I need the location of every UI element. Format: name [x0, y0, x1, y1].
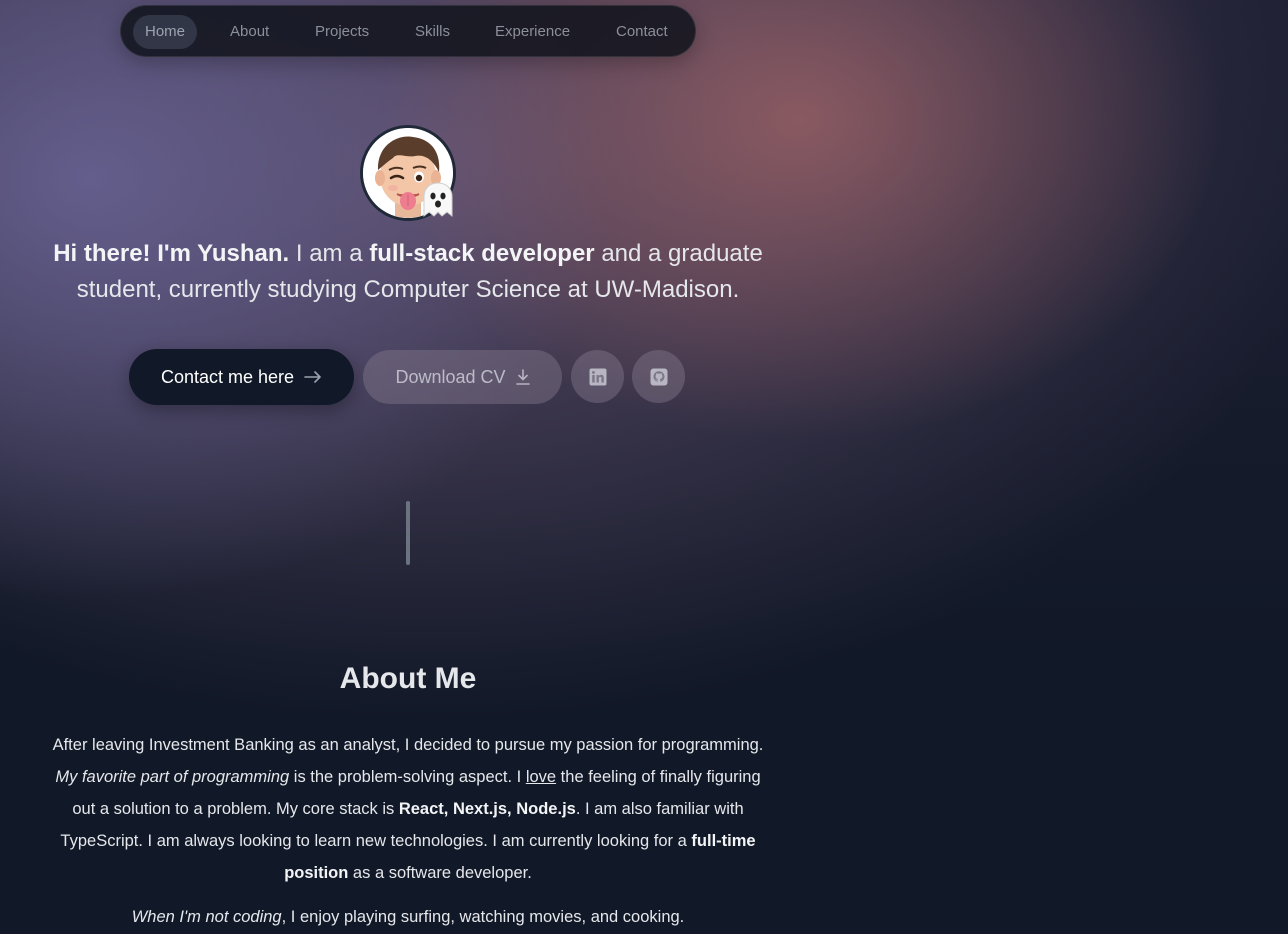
about-core-stack: React, Next.js, Node.js — [398, 800, 576, 818]
nav-item-experience[interactable]: Experience — [483, 15, 582, 49]
section-divider-line — [406, 501, 410, 565]
about-text-b: is the problem-solving aspect. I — [289, 768, 526, 786]
nav-item-about[interactable]: About — [218, 15, 281, 49]
github-button[interactable] — [632, 350, 685, 403]
hero-intro: Hi there! I'm Yushan. I am a full-stack … — [20, 236, 796, 308]
portfolio-page: Home About Projects Skills Experience Co… — [0, 0, 1288, 934]
linkedin-icon — [589, 368, 606, 385]
nav-item-skills[interactable]: Skills — [403, 15, 462, 49]
hero-role: full-stack developer — [369, 240, 595, 267]
avatar — [360, 125, 456, 221]
about-hobbies-emphasis: When I'm not coding — [131, 908, 282, 926]
hero-greeting: Hi there! I'm Yushan. — [53, 240, 290, 267]
about-hobbies-text: , I enjoy playing surfing, watching movi… — [281, 908, 685, 926]
contact-button[interactable]: Contact me here — [129, 349, 354, 405]
nav-item-projects[interactable]: Projects — [303, 15, 381, 49]
download-cv-button[interactable]: Download CV — [363, 350, 562, 404]
download-cv-label: Download CV — [395, 366, 506, 387]
about-text-e: as a software developer. — [348, 864, 532, 882]
download-icon — [515, 369, 530, 385]
about-emphasis: My favorite part of programming — [55, 768, 290, 786]
about-title: About Me — [339, 662, 477, 695]
arrow-right-icon — [304, 371, 321, 383]
about-hobbies: When I'm not coding, I enjoy playing sur… — [44, 902, 772, 932]
about-text-a: After leaving Investment Banking as an a… — [52, 736, 764, 754]
ghost-icon — [423, 182, 453, 218]
about-paragraph: After leaving Investment Banking as an a… — [44, 729, 772, 889]
nav-item-contact[interactable]: Contact — [604, 15, 680, 49]
github-icon — [650, 368, 667, 385]
linkedin-button[interactable] — [571, 350, 624, 403]
contact-button-label: Contact me here — [160, 366, 295, 387]
nav-item-home[interactable]: Home — [133, 15, 198, 49]
about-love: love — [525, 768, 557, 786]
hero-text-1: I am a — [289, 240, 370, 267]
top-nav: Home About Projects Skills Experience Co… — [120, 5, 696, 57]
